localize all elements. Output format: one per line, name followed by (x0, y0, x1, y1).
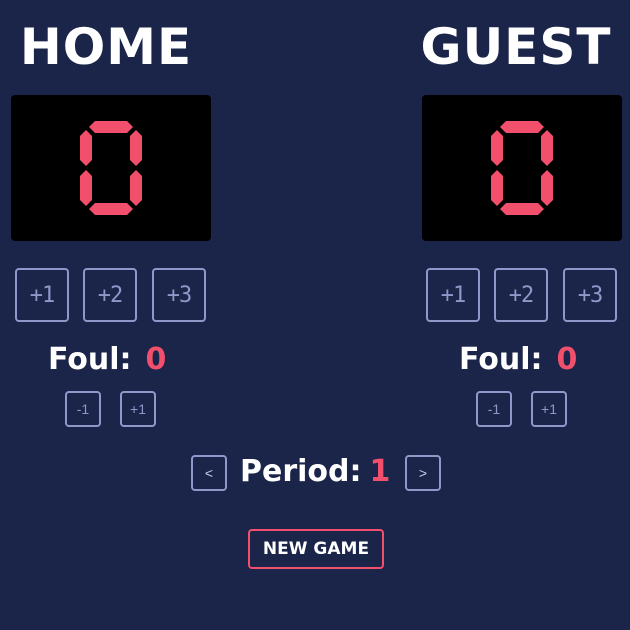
period-prev-button[interactable]: < (191, 455, 227, 491)
period-value: 1 (369, 454, 391, 489)
home-foul-minus-button[interactable]: -1 (65, 391, 101, 427)
guest-score-digit (491, 121, 553, 215)
guest-foul: Foul: 0 (459, 342, 577, 377)
guest-add-1-button[interactable]: +1 (426, 268, 480, 322)
guest-foul-minus-button[interactable]: -1 (476, 391, 512, 427)
guest-foul-value: 0 (556, 342, 578, 377)
home-foul-value: 0 (145, 342, 167, 377)
guest-foul-label: Foul: (459, 342, 543, 377)
home-add-3-button[interactable]: +3 (152, 268, 206, 322)
guest-add-2-button[interactable]: +2 (494, 268, 548, 322)
period-display: Period: 1 (240, 454, 390, 489)
home-score-digit (80, 121, 142, 215)
home-add-1-button[interactable]: +1 (15, 268, 69, 322)
guest-foul-plus-button[interactable]: +1 (531, 391, 567, 427)
guest-add-3-button[interactable]: +3 (563, 268, 617, 322)
home-foul-label: Foul: (48, 342, 132, 377)
home-score-display: 0 (11, 95, 211, 241)
guest-score-display: 0 (422, 95, 622, 241)
new-game-button[interactable]: NEW GAME (248, 529, 384, 569)
period-label: Period: (240, 454, 362, 489)
home-add-2-button[interactable]: +2 (83, 268, 137, 322)
home-title: HOME (19, 18, 193, 76)
home-foul: Foul: 0 (48, 342, 166, 377)
home-foul-plus-button[interactable]: +1 (120, 391, 156, 427)
guest-title: GUEST (420, 18, 612, 76)
period-next-button[interactable]: > (405, 455, 441, 491)
